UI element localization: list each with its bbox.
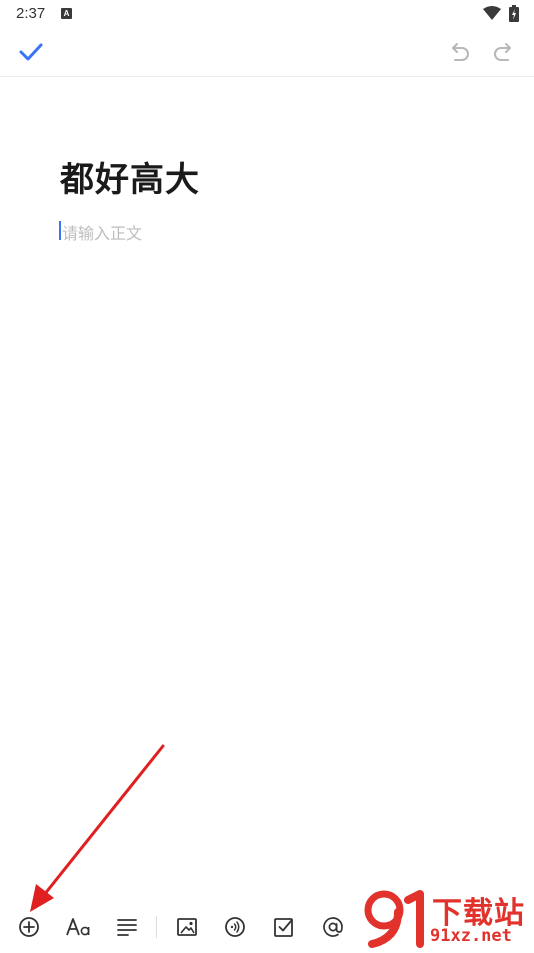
checklist-icon[interactable]: [271, 914, 297, 940]
align-icon[interactable]: [114, 914, 140, 940]
top-action-bar: [0, 28, 534, 77]
text-caret: [59, 221, 61, 240]
annotation-arrow: [30, 744, 165, 912]
confirm-check-icon[interactable]: [18, 40, 44, 69]
watermark-logo-icon: [362, 890, 428, 953]
battery-icon: [509, 5, 519, 27]
notification-icon: A: [61, 8, 72, 19]
toolbar-divider: [156, 916, 157, 938]
watermark-url: 91xz.net: [430, 926, 512, 946]
audio-icon[interactable]: [222, 914, 248, 940]
body-placeholder: 请输入正文: [62, 226, 143, 243]
add-icon[interactable]: [16, 914, 42, 940]
wifi-icon: [483, 6, 501, 25]
watermark: 下载站 91xz.net: [362, 888, 534, 950]
mention-icon[interactable]: [320, 914, 346, 940]
undo-icon[interactable]: [446, 40, 472, 69]
status-time: 2:37: [16, 5, 46, 22]
status-bar: 2:37 A: [0, 0, 534, 28]
note-title-input[interactable]: 都好高大: [60, 152, 200, 201]
redo-icon[interactable]: [491, 40, 517, 69]
text-format-icon[interactable]: [65, 914, 93, 940]
image-icon[interactable]: [174, 914, 200, 940]
